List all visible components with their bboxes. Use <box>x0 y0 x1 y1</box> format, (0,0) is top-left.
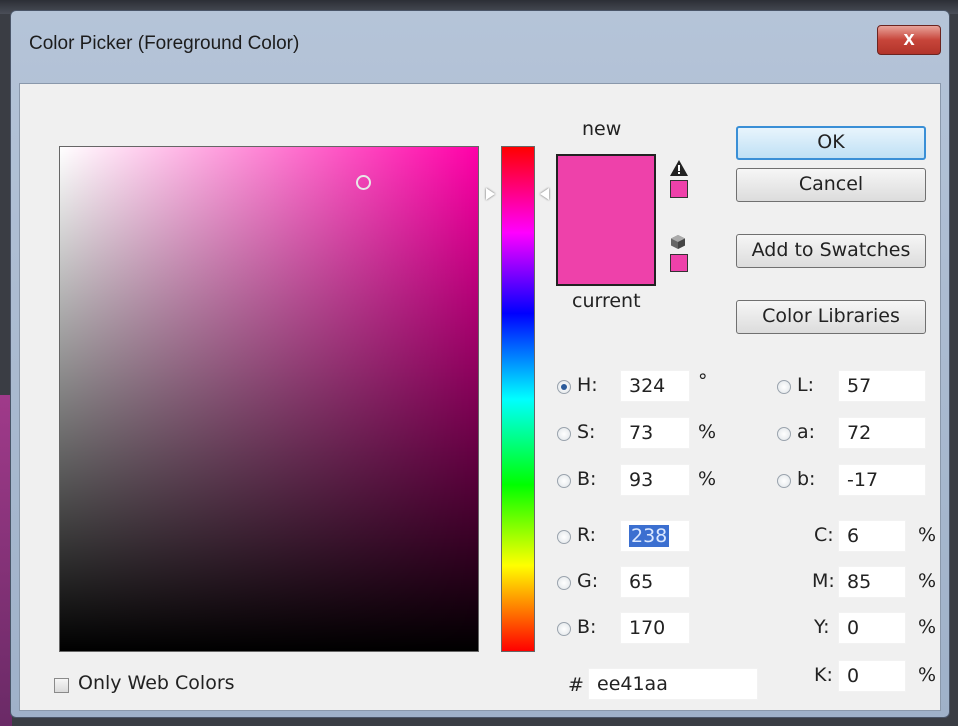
new-color-swatch <box>556 154 656 220</box>
magenta-label: M: <box>812 570 835 592</box>
black-field[interactable]: 0 <box>838 660 906 692</box>
dialog-client-area: new current OK Cancel Add to Swatches Co… <box>19 83 941 711</box>
hue-radio[interactable] <box>557 380 571 394</box>
only-web-colors-checkbox[interactable] <box>54 678 69 693</box>
close-button[interactable]: x <box>877 25 941 55</box>
hue-field[interactable]: 324 <box>620 370 690 402</box>
color-libraries-button[interactable]: Color Libraries <box>736 300 926 334</box>
brightness-unit: % <box>698 468 717 490</box>
lab-b-label: b: <box>797 468 816 490</box>
color-field[interactable] <box>59 146 479 652</box>
hue-slider-left-arrow[interactable] <box>486 188 495 200</box>
saturation-radio[interactable] <box>557 427 571 441</box>
red-radio[interactable] <box>557 530 571 544</box>
saturation-field[interactable]: 73 <box>620 417 690 449</box>
red-field-selected-text: 238 <box>629 525 670 547</box>
saturation-label: S: <box>577 421 596 443</box>
hue-slider-right-arrow[interactable] <box>540 188 549 200</box>
window-title: Color Picker (Foreground Color) <box>29 33 300 54</box>
warning-triangle-icon[interactable] <box>669 159 689 177</box>
magenta-unit: % <box>918 570 937 592</box>
cyan-unit: % <box>918 524 937 546</box>
lab-b-radio[interactable] <box>777 474 791 488</box>
yellow-label: Y: <box>814 616 830 638</box>
only-web-colors-label[interactable]: Only Web Colors <box>78 672 235 694</box>
red-label: R: <box>577 524 597 546</box>
web-safe-swatch[interactable] <box>670 254 688 272</box>
color-picker-dialog: Color Picker (Foreground Color) x new cu… <box>10 10 950 718</box>
blue-label: B: <box>577 616 597 638</box>
lab-b-field[interactable]: -17 <box>838 464 926 496</box>
green-radio[interactable] <box>557 576 571 590</box>
cyan-label: C: <box>814 524 834 546</box>
lab-l-radio[interactable] <box>777 380 791 394</box>
green-field[interactable]: 65 <box>620 566 690 598</box>
lab-l-field[interactable]: 57 <box>838 370 926 402</box>
lab-l-label: L: <box>797 374 814 396</box>
ok-button[interactable]: OK <box>736 126 926 160</box>
brightness-field[interactable]: 93 <box>620 464 690 496</box>
add-to-swatches-button[interactable]: Add to Swatches <box>736 234 926 268</box>
blue-field[interactable]: 170 <box>620 612 690 644</box>
color-field-cursor[interactable] <box>356 175 371 190</box>
green-label: G: <box>577 570 599 592</box>
brightness-label: B: <box>577 468 597 490</box>
cube-icon[interactable] <box>670 234 686 250</box>
brightness-radio[interactable] <box>557 474 571 488</box>
hex-label: # <box>568 674 584 696</box>
yellow-unit: % <box>918 616 937 638</box>
current-color-swatch[interactable] <box>556 220 656 286</box>
black-unit: % <box>918 664 937 686</box>
lab-a-field[interactable]: 72 <box>838 417 926 449</box>
gamut-warning-swatch[interactable] <box>670 180 688 198</box>
hue-slider[interactable] <box>501 146 535 652</box>
hex-field[interactable]: ee41aa <box>588 668 758 700</box>
cancel-button[interactable]: Cancel <box>736 168 926 202</box>
hue-label: H: <box>577 374 598 396</box>
lab-a-radio[interactable] <box>777 427 791 441</box>
yellow-field[interactable]: 0 <box>838 612 906 644</box>
new-color-label: new <box>582 118 622 140</box>
blue-radio[interactable] <box>557 622 571 636</box>
saturation-unit: % <box>698 421 717 443</box>
title-bar[interactable]: Color Picker (Foreground Color) x <box>11 11 949 83</box>
current-color-label: current <box>572 290 641 312</box>
lab-a-label: a: <box>797 421 816 443</box>
red-field[interactable]: 238 <box>620 520 690 552</box>
black-label: K: <box>814 664 833 686</box>
hue-unit: ° <box>698 370 708 392</box>
cyan-field[interactable]: 6 <box>838 520 906 552</box>
magenta-field[interactable]: 85 <box>838 566 906 598</box>
